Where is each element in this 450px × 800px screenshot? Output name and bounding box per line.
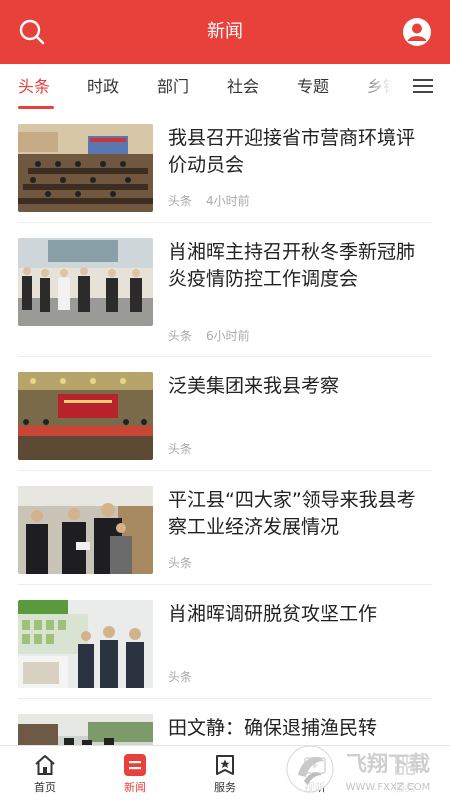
watermark-brand: 飞翔下载 <box>346 752 430 776</box>
tabbar-label: 新闻 <box>124 781 146 794</box>
news-item[interactable]: 泛美集团来我县考察 头条 <box>18 370 432 471</box>
tabbar-label: 首页 <box>34 781 56 794</box>
tab-politics[interactable]: 时政 <box>87 64 119 110</box>
home-icon <box>33 753 57 777</box>
news-source: 头条 <box>168 442 193 456</box>
active-tab-indicator <box>18 106 54 109</box>
news-source: 头条 <box>168 670 193 684</box>
news-source: 头条 <box>168 556 193 570</box>
news-title: 肖湘晖主持召开秋冬季新冠肺炎疫情防控工作调度会 <box>168 241 416 290</box>
tab-fade <box>352 64 410 110</box>
news-thumbnail <box>18 714 153 745</box>
news-title: 我县召开迎接省市营商环境评价动员会 <box>168 127 416 176</box>
category-tabs: 头条 时政 部门 社会 专题 乡镇 <box>0 64 450 110</box>
tab-headlines[interactable]: 头条 <box>18 64 50 110</box>
news-item[interactable]: 平江县“四大家”领导来我县考察工业经济发展情况 头条 <box>18 484 432 585</box>
tabbar-service[interactable]: 服务 <box>180 746 270 800</box>
page-title: 新闻 <box>207 21 243 42</box>
tabbar-home[interactable]: 首页 <box>0 746 90 800</box>
news-meta: 头条 4小时前 <box>168 192 264 209</box>
news-time: 6小时前 <box>206 329 250 343</box>
news-thumbnail <box>18 124 153 212</box>
tab-departments[interactable]: 部门 <box>157 64 189 110</box>
news-thumbnail <box>18 372 153 460</box>
search-icon[interactable] <box>17 17 47 47</box>
tab-society[interactable]: 社会 <box>227 64 259 110</box>
news-icon <box>123 753 147 777</box>
menu-icon[interactable] <box>410 64 450 110</box>
tab-topics[interactable]: 专题 <box>297 64 329 110</box>
news-thumbnail <box>18 238 153 326</box>
news-thumbnail <box>18 486 153 574</box>
site-watermark: 飞翔下载 WWW.FXXZ.COM <box>284 741 444 797</box>
news-time: 4小时前 <box>206 194 250 208</box>
tabbar-news[interactable]: 新闻 <box>90 746 180 800</box>
news-source: 头条 <box>168 329 193 343</box>
news-title: 泛美集团来我县考察 <box>168 375 340 397</box>
news-meta: 头条 <box>168 440 220 457</box>
news-source: 头条 <box>168 194 193 208</box>
tabbar-label: 服务 <box>214 781 236 794</box>
watermark-url: WWW.FXXZ.COM <box>346 782 431 793</box>
news-item[interactable]: 我县召开迎接省市营商环境评价动员会 头条 4小时前 <box>18 122 432 223</box>
news-meta: 头条 6小时前 <box>168 327 264 344</box>
news-meta: 头条 <box>168 554 220 571</box>
news-title: 平江县“四大家”领导来我县考察工业经济发展情况 <box>168 489 416 538</box>
news-title: 肖湘晖调研脱贫攻坚工作 <box>168 603 378 625</box>
news-list: 我县召开迎接省市营商环境评价动员会 头条 4小时前 肖湘晖主持召开秋冬季新冠肺炎疫… <box>0 110 450 745</box>
service-icon <box>213 753 237 777</box>
news-title: 田文静：确保退捕渔民转 <box>168 717 378 739</box>
user-icon[interactable] <box>402 17 432 47</box>
app-header: 新闻 <box>0 0 450 64</box>
news-item[interactable]: 肖湘晖调研脱贫攻坚工作 头条 <box>18 598 432 699</box>
news-meta: 头条 <box>168 668 220 685</box>
news-item[interactable]: 肖湘晖主持召开秋冬季新冠肺炎疫情防控工作调度会 头条 6小时前 <box>18 236 432 357</box>
news-thumbnail <box>18 600 153 688</box>
